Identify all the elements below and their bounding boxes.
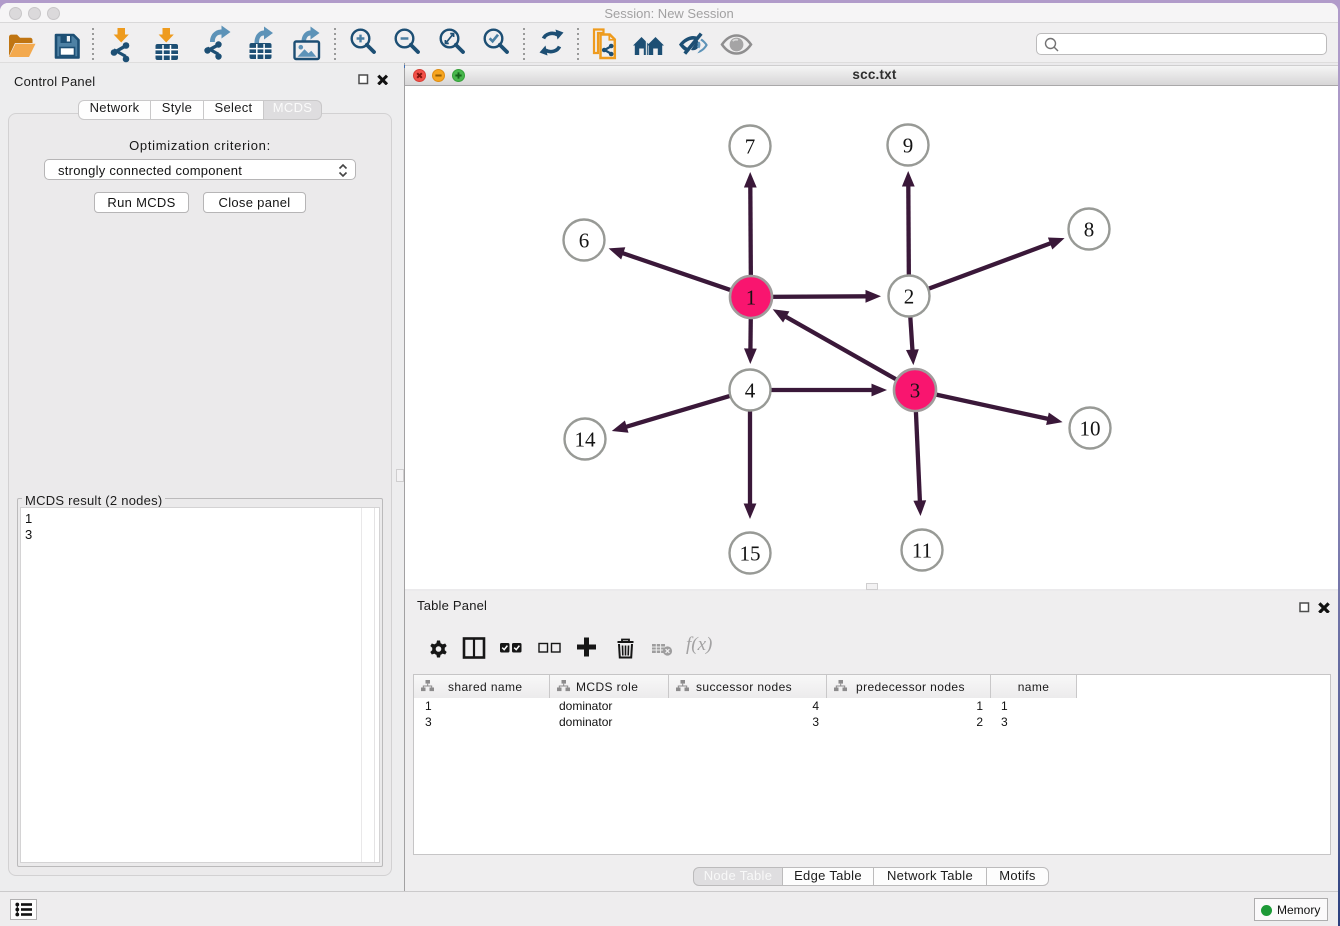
svg-text:14: 14 [575, 428, 597, 452]
svg-text:2: 2 [904, 285, 915, 309]
svg-text:6: 6 [579, 229, 590, 253]
svg-text:7: 7 [745, 135, 756, 159]
svg-text:15: 15 [740, 542, 761, 566]
svg-text:3: 3 [910, 379, 921, 403]
svg-text:8: 8 [1084, 218, 1095, 242]
svg-text:10: 10 [1080, 417, 1101, 441]
svg-text:4: 4 [745, 379, 756, 403]
svg-text:11: 11 [912, 539, 932, 563]
svg-text:1: 1 [746, 286, 757, 310]
svg-text:9: 9 [903, 134, 914, 158]
